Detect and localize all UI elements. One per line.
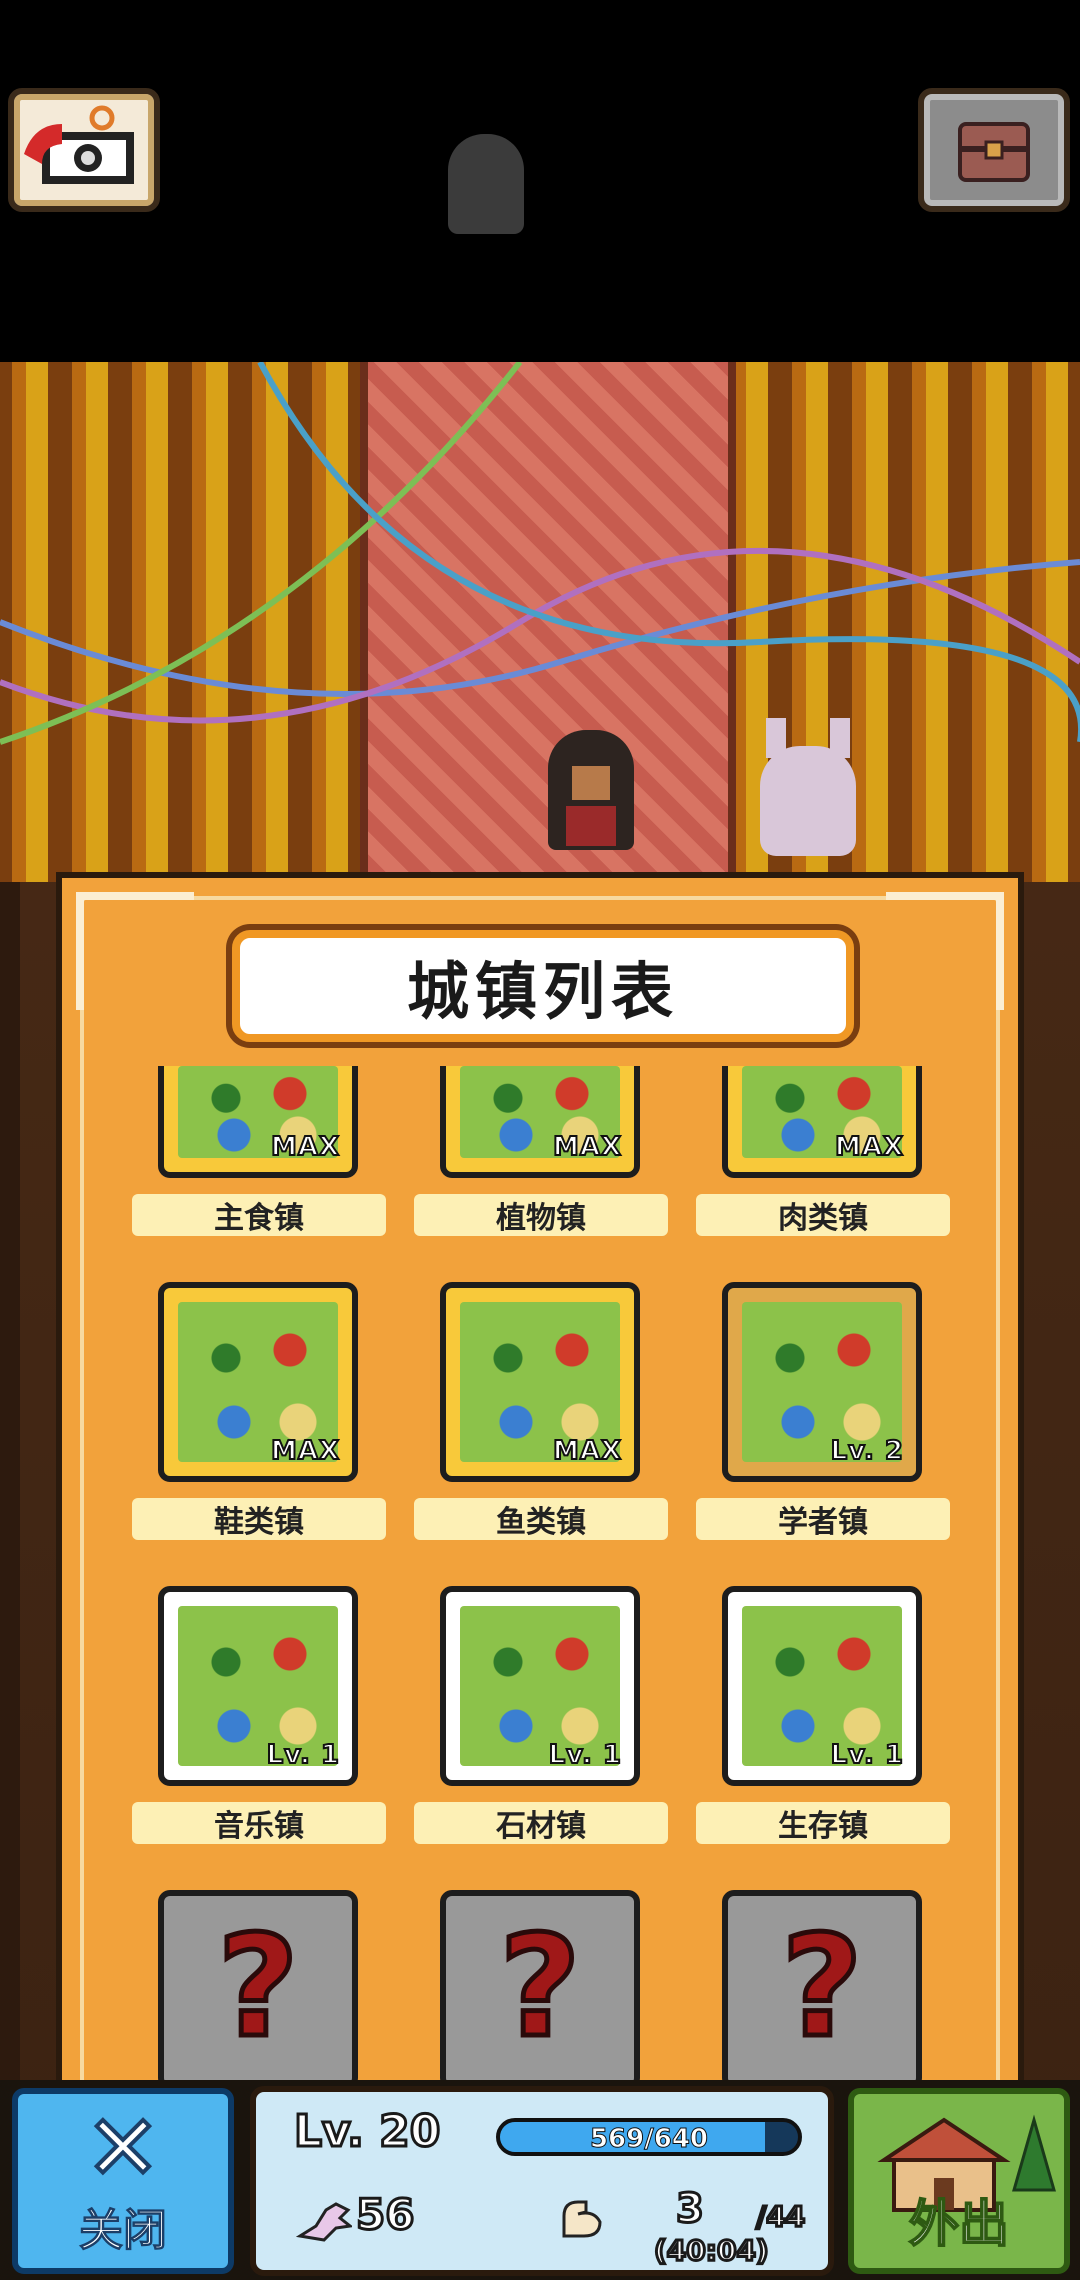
- close-label: 关闭: [79, 2205, 168, 2257]
- close-button[interactable]: ✕ 关闭: [12, 2088, 234, 2274]
- player-face: [572, 766, 610, 800]
- player-character: [548, 730, 634, 850]
- player-robe: [566, 806, 616, 846]
- town-label: 音乐镇: [132, 1802, 386, 1844]
- chest-icon: [958, 122, 1030, 182]
- treasure-chest-button[interactable]: [918, 88, 1070, 212]
- strength-max: /44: [754, 2199, 806, 2235]
- town-badge: MAX: [270, 1131, 340, 1163]
- town-label: 学者镇: [696, 1498, 950, 1540]
- player-stats-panel: Lv. 20 569/640 56 3 /44 (40:04): [250, 2086, 834, 2276]
- panel-corner-ornament-left: [76, 892, 194, 1010]
- town-label: 植物镇: [414, 1194, 668, 1236]
- town-label: 鱼类镇: [414, 1498, 668, 1540]
- town-tile[interactable]: Lv. 2: [722, 1282, 922, 1482]
- shadow-character: [448, 134, 524, 234]
- camera-button[interactable]: [8, 88, 160, 212]
- town-tile[interactable]: Lv. 1: [722, 1586, 922, 1786]
- panel-title: 城镇列表: [232, 930, 854, 1042]
- recovery-timer: (40:04): [653, 2233, 771, 2269]
- panel-title-text: 城镇列表: [406, 955, 679, 1028]
- town-tile[interactable]: MAX: [158, 1066, 358, 1178]
- rabbit-ear-right: [830, 718, 850, 758]
- town-label: 鞋类镇: [132, 1498, 386, 1540]
- town-label: 生存镇: [696, 1802, 950, 1844]
- town-badge: Lv. 2: [830, 1435, 904, 1467]
- town-badge: MAX: [552, 1131, 622, 1163]
- town-label: 石材镇: [414, 1802, 668, 1844]
- town-label: 主食镇: [132, 1194, 386, 1236]
- question-mark-icon: ?: [779, 1906, 865, 2069]
- hand-icon: [296, 2202, 352, 2242]
- xp-bar: 569/640: [496, 2118, 802, 2156]
- town-badge: Lv. 1: [548, 1739, 622, 1771]
- xp-text: 569/640: [589, 2124, 709, 2154]
- bunting-garlands: [0, 362, 1080, 745]
- town-tile[interactable]: MAX: [440, 1282, 640, 1482]
- player-level: Lv. 20: [292, 2105, 441, 2159]
- town-badge: MAX: [834, 1131, 904, 1163]
- town-tile[interactable]: MAX: [722, 1066, 922, 1178]
- town-badge: MAX: [552, 1435, 622, 1467]
- camera-icon: [24, 105, 134, 184]
- town-tile[interactable]: Lv. 1: [158, 1586, 358, 1786]
- strength-value: 3: [675, 2185, 706, 2234]
- locked-town-tile[interactable]: ?: [440, 1890, 640, 2090]
- town-tile[interactable]: MAX: [158, 1282, 358, 1482]
- question-mark-icon: ?: [215, 1906, 301, 2069]
- town-badge: Lv. 1: [266, 1739, 340, 1771]
- town-tile[interactable]: Lv. 1: [440, 1586, 640, 1786]
- muscle-arm-icon: [562, 2200, 602, 2238]
- close-icon: ✕: [83, 2096, 162, 2201]
- rabbit-ear-left: [766, 718, 786, 758]
- panel-corner-ornament-right: [886, 892, 1004, 1010]
- locked-town-tile[interactable]: ?: [158, 1890, 358, 2090]
- town-tile[interactable]: MAX: [440, 1066, 640, 1178]
- town-badge: Lv. 1: [830, 1739, 904, 1771]
- town-badge: MAX: [270, 1435, 340, 1467]
- locked-town-tile[interactable]: ?: [722, 1890, 922, 2090]
- stamina-value: 56: [354, 2189, 415, 2241]
- rabbit-npc: [760, 718, 856, 856]
- question-mark-icon: ?: [497, 1906, 583, 2069]
- town-label: 肉类镇: [696, 1194, 950, 1236]
- go-out-button[interactable]: 外出: [848, 2088, 1070, 2274]
- go-out-label: 外出: [908, 2194, 1010, 2254]
